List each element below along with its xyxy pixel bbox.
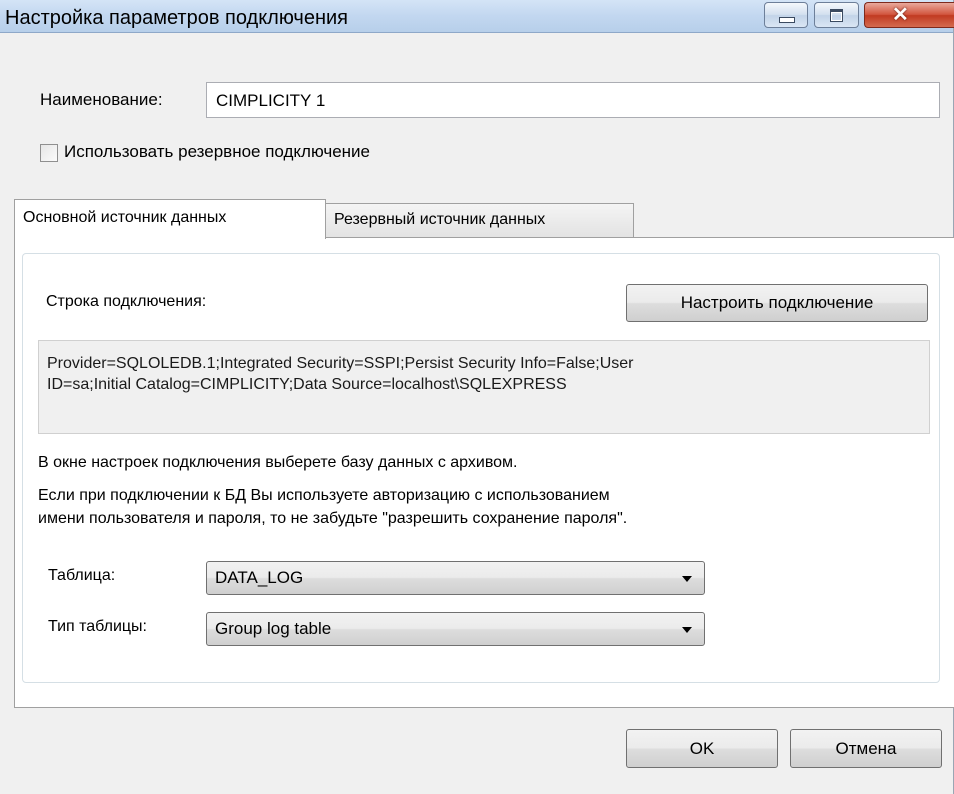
backup-connection-label[interactable]: Использовать резервное подключение [64,142,370,162]
close-button[interactable]: ✕ [864,2,954,28]
name-input[interactable]: CIMPLICITY 1 [206,82,940,118]
connection-string-line: Provider=SQLOLEDB.1;Integrated Security=… [47,355,634,372]
tab-backup-source[interactable]: Резервный источник данных [325,203,634,237]
table-select[interactable]: DATA_LOG [206,561,705,595]
table-label: Таблица: [48,567,116,584]
minimize-icon [779,17,795,23]
table-type-select[interactable]: Group log table [206,612,705,646]
ok-button[interactable]: OK [626,729,778,768]
title-bar[interactable]: Настройка параметров подключения ✕ [0,0,954,33]
name-label: Наименование: [40,90,163,109]
minimize-button[interactable] [764,2,808,28]
hint-password-line-2: имени пользователя и пароля, то не забуд… [38,510,628,527]
hint-password-line-1: Если при подключении к БД Вы используете… [38,487,610,504]
chevron-down-icon [682,576,692,582]
connection-string-label: Строка подключения: [46,293,207,310]
tab-primary-source[interactable]: Основной источник данных [14,199,326,239]
hint-select-database: В окне настроек подключения выберете баз… [38,454,518,471]
connection-settings-dialog: Настройка параметров подключения ✕ Наиме… [0,0,954,794]
backup-connection-checkbox[interactable] [40,144,58,162]
connection-string-line: ID=sa;Initial Catalog=CIMPLICITY;Data So… [47,376,567,393]
close-icon: ✕ [892,4,909,26]
table-select-value: DATA_LOG [215,568,304,587]
maximize-icon [830,9,843,22]
cancel-button[interactable]: Отмена [790,729,942,768]
chevron-down-icon [682,627,692,633]
table-type-select-value: Group log table [215,619,332,638]
table-type-label: Тип таблицы: [48,618,147,635]
configure-connection-button[interactable]: Настроить подключение [626,284,928,322]
maximize-button[interactable] [814,2,859,28]
window-title: Настройка параметров подключения [5,7,348,29]
connection-string-field[interactable]: Provider=SQLOLEDB.1;Integrated Security=… [38,340,930,434]
